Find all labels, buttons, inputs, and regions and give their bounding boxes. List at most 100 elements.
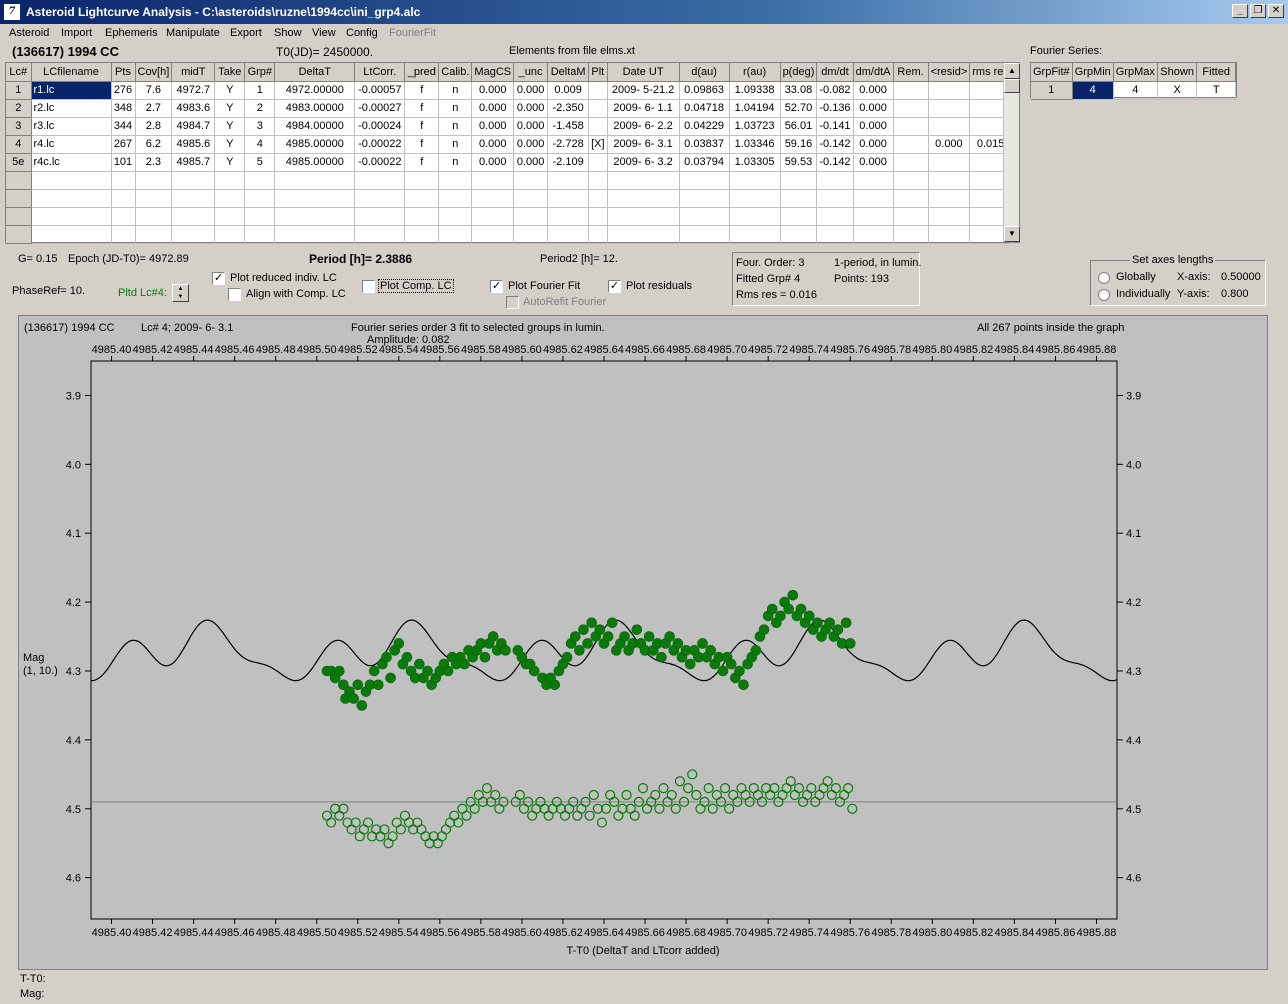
table-cell[interactable]: 4983.6 — [171, 99, 216, 118]
y-axis-value[interactable]: 0.800 — [1221, 288, 1249, 300]
fourier-cell[interactable]: X — [1157, 81, 1198, 100]
x-axis-value[interactable]: 0.50000 — [1221, 271, 1261, 283]
table-cell[interactable] — [893, 225, 929, 244]
table-cell[interactable] — [729, 189, 781, 208]
table-cell[interactable]: 0.000 — [853, 99, 894, 118]
table-cell[interactable]: 0.000 — [853, 117, 894, 136]
table-cell[interactable] — [729, 225, 781, 244]
table-cell[interactable] — [404, 171, 440, 190]
table-cell[interactable] — [588, 171, 608, 190]
table-cell[interactable]: 2.8 — [135, 117, 173, 136]
fourier-column-header[interactable]: GrpFit# — [1031, 63, 1073, 82]
table-cell[interactable] — [928, 207, 971, 226]
menu-config[interactable]: Config — [346, 27, 378, 39]
table-cell[interactable] — [244, 207, 276, 226]
table-cell[interactable]: 0.000 — [853, 153, 894, 172]
table-cell[interactable] — [171, 225, 216, 244]
table-cell[interactable]: n — [438, 99, 473, 118]
fourier-column-header[interactable]: GrpMax — [1113, 63, 1158, 82]
table-cell[interactable] — [928, 81, 971, 100]
column-header[interactable]: DeltaT — [274, 63, 356, 82]
menu-manipulate[interactable]: Manipulate — [166, 27, 220, 39]
period2-value[interactable]: Period2 [h]= 12. — [540, 253, 618, 265]
column-header[interactable]: MagCS — [471, 63, 515, 82]
column-header[interactable]: LCfilename — [31, 63, 112, 82]
autorefit-checkbox[interactable] — [506, 296, 519, 309]
table-cell[interactable] — [354, 171, 406, 190]
table-cell[interactable]: 2.7 — [135, 99, 173, 118]
table-cell[interactable]: 1.04194 — [729, 99, 781, 118]
table-cell[interactable] — [588, 207, 608, 226]
table-row[interactable]: 1 r1.lc 276 7.6 4972.7 Y 1 4972.00000 -0.00057 f n… — [6, 81, 1012, 100]
table-row[interactable]: 3 r3.lc 344 2.8 4984.7 Y 3 4984.00000 -0.00024 f n… — [6, 117, 1012, 136]
globally-radio[interactable] — [1098, 272, 1110, 284]
table-cell[interactable]: n — [438, 117, 473, 136]
spin-down-icon[interactable]: ▼ — [173, 293, 188, 301]
table-cell[interactable]: 0.000 — [513, 153, 549, 172]
table-cell[interactable]: -0.00022 — [354, 135, 406, 154]
table-cell[interactable] — [274, 207, 356, 226]
table-cell[interactable] — [135, 171, 173, 190]
table-cell[interactable]: 0.000 — [513, 99, 549, 118]
table-cell[interactable] — [853, 207, 894, 226]
table-cell[interactable] — [679, 189, 730, 208]
table-cell[interactable]: 4985.6 — [171, 135, 216, 154]
column-header[interactable]: dm/dtA — [853, 63, 894, 82]
table-cell[interactable]: 4983.00000 — [274, 99, 356, 118]
table-cell[interactable] — [588, 117, 608, 136]
table-cell[interactable] — [729, 171, 781, 190]
table-cell[interactable]: -0.00024 — [354, 117, 406, 136]
minimize-button[interactable]: _ — [1232, 4, 1248, 18]
table-cell[interactable] — [135, 207, 173, 226]
table-cell[interactable] — [893, 135, 929, 154]
table-cell[interactable] — [354, 225, 406, 244]
table-cell[interactable]: 0.000 — [853, 135, 894, 154]
table-cell[interactable] — [928, 189, 971, 208]
table-cell[interactable]: 348 — [111, 99, 136, 118]
table-cell[interactable]: 0.000 — [513, 81, 549, 100]
align-checkbox[interactable] — [228, 288, 241, 301]
table-cell[interactable]: -1.458 — [547, 117, 590, 136]
row-header[interactable]: 1 — [6, 81, 32, 100]
menu-show[interactable]: Show — [274, 27, 302, 39]
table-cell[interactable]: 0.09863 — [679, 81, 730, 100]
table-cell[interactable] — [214, 207, 246, 226]
table-cell[interactable]: r4c.lc — [31, 153, 112, 172]
table-cell[interactable] — [438, 225, 473, 244]
fourier-column-header[interactable]: Shown — [1157, 63, 1198, 82]
table-cell[interactable] — [588, 153, 608, 172]
table-cell[interactable] — [31, 225, 112, 244]
table-cell[interactable] — [547, 171, 590, 190]
table-cell[interactable] — [893, 81, 929, 100]
app-icon[interactable]: 7 — [4, 4, 20, 20]
column-header[interactable]: Take — [214, 63, 246, 82]
table-cell[interactable] — [171, 189, 216, 208]
table-cell[interactable] — [547, 225, 590, 244]
column-header[interactable]: Grp# — [244, 63, 276, 82]
table-cell[interactable] — [274, 171, 356, 190]
table-cell[interactable] — [816, 207, 854, 226]
table-cell[interactable] — [244, 189, 276, 208]
table-cell[interactable]: -0.141 — [816, 117, 854, 136]
table-cell[interactable] — [274, 225, 356, 244]
spin-up-icon[interactable]: ▲ — [173, 285, 188, 293]
table-cell[interactable]: 1.03346 — [729, 135, 781, 154]
table-cell[interactable]: f — [404, 135, 440, 154]
table-row[interactable]: 5e r4c.lc 101 2.3 4985.7 Y 5 4985.00000 -0.00022… — [6, 153, 1012, 172]
table-cell[interactable] — [679, 225, 730, 244]
table-cell[interactable] — [513, 207, 549, 226]
table-cell[interactable] — [607, 189, 680, 208]
fourier-row[interactable]: 144XT — [1031, 81, 1236, 100]
table-row[interactable]: 2 r2.lc 348 2.7 4983.6 Y 2 4983.00000 -0.00027 f n… — [6, 99, 1012, 118]
table-cell[interactable] — [780, 189, 818, 208]
plot-comp-checkbox[interactable] — [362, 280, 375, 293]
scroll-thumb[interactable] — [1004, 79, 1020, 93]
table-cell[interactable] — [679, 171, 730, 190]
menu-asteroid[interactable]: Asteroid — [9, 27, 49, 39]
table-cell[interactable] — [816, 189, 854, 208]
table-cell[interactable]: 4984.00000 — [274, 117, 356, 136]
table-cell[interactable] — [928, 117, 971, 136]
table-cell[interactable] — [729, 207, 781, 226]
table-cell[interactable] — [135, 189, 173, 208]
plot-fourier-checkbox[interactable]: ✓ — [490, 280, 503, 293]
